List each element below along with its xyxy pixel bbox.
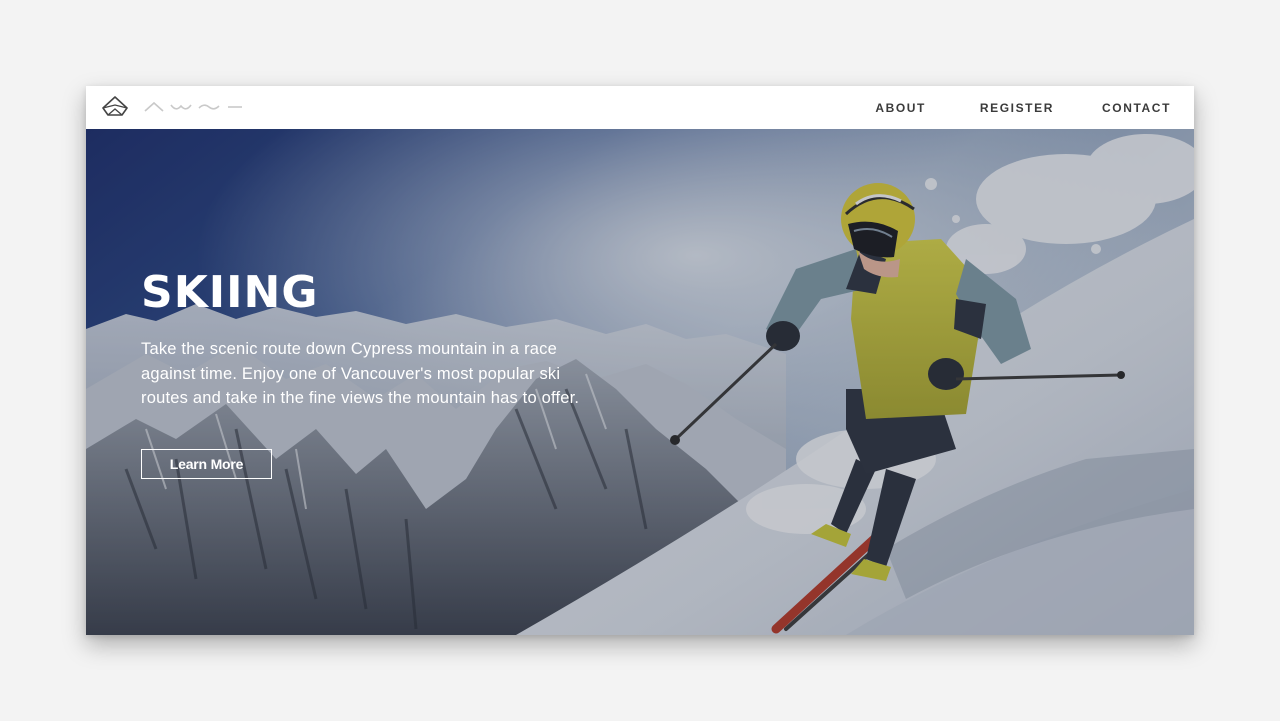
diamond-mountain-logo-icon[interactable] (100, 95, 130, 119)
hero-title: SKIING (141, 267, 319, 318)
peak-icon (144, 101, 164, 112)
nav-link-about[interactable]: ABOUT (875, 101, 926, 115)
learn-more-button[interactable]: Learn More (141, 449, 272, 479)
website-card: ABOUT REGISTER CONTACT SKIING Take the s… (86, 86, 1194, 635)
nav-link-contact[interactable]: CONTACT (1102, 101, 1171, 115)
hero-section: SKIING Take the scenic route down Cypres… (86, 129, 1194, 635)
wave-icon (170, 104, 192, 110)
decorative-wave-icons (144, 99, 244, 115)
nav-link-register[interactable]: REGISTER (980, 101, 1054, 115)
hero-description: Take the scenic route down Cypress mount… (141, 340, 580, 407)
top-navigation: ABOUT REGISTER CONTACT (86, 86, 1194, 129)
tilde-icon (198, 104, 220, 110)
dash-icon (228, 106, 242, 108)
